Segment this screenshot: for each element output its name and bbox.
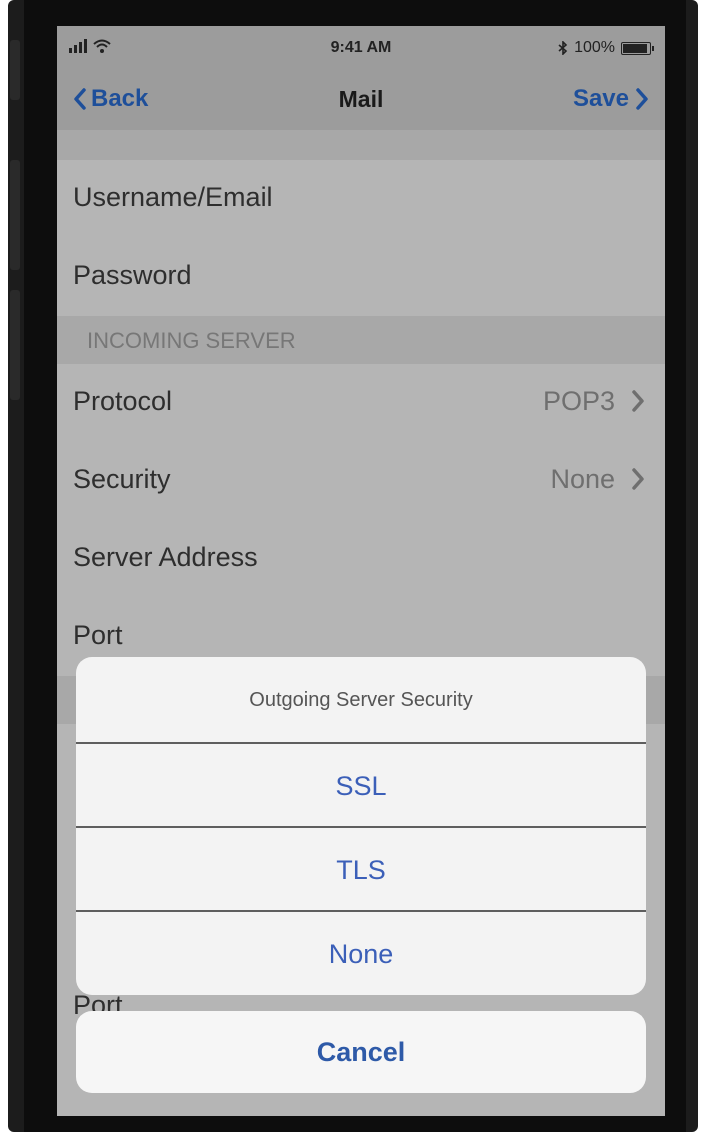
battery-percent: 100% bbox=[574, 39, 615, 56]
incoming-server-header: INCOMING SERVER bbox=[57, 316, 665, 364]
chevron-right-icon bbox=[632, 390, 644, 412]
action-sheet: Outgoing Server Security SSL TLS None bbox=[76, 657, 646, 995]
security-value: None bbox=[550, 464, 615, 494]
save-label: Save bbox=[572, 85, 629, 112]
volume-up-button bbox=[10, 160, 20, 270]
status-bar: 9:41 AM 100% bbox=[57, 26, 665, 70]
chevron-right-icon bbox=[636, 88, 648, 110]
screen: 9:41 AM 100% Back Mail Save Username/Ema… bbox=[57, 26, 665, 1116]
password-label: Password bbox=[73, 260, 192, 290]
incoming-server-header-label: INCOMING SERVER bbox=[87, 328, 296, 353]
bluetooth-icon bbox=[558, 41, 568, 55]
navigation-bar: Back Mail Save bbox=[57, 70, 665, 131]
option-ssl[interactable]: SSL bbox=[76, 744, 646, 828]
chevron-right-icon bbox=[632, 468, 644, 490]
server-address-field[interactable]: Server Address bbox=[57, 520, 665, 599]
security-row[interactable]: Security None bbox=[57, 442, 665, 521]
security-label: Security bbox=[73, 464, 171, 494]
username-email-field[interactable]: Username/Email bbox=[57, 160, 665, 239]
username-email-label: Username/Email bbox=[73, 182, 273, 212]
password-field[interactable]: Password bbox=[57, 238, 665, 317]
protocol-value: POP3 bbox=[542, 386, 615, 416]
volume-down-button bbox=[10, 290, 20, 400]
cancel-button[interactable]: Cancel bbox=[76, 1011, 646, 1093]
option-tls[interactable]: TLS bbox=[76, 828, 646, 912]
port-label: Port bbox=[73, 620, 123, 650]
option-none[interactable]: None bbox=[76, 912, 646, 995]
protocol-row[interactable]: Protocol POP3 bbox=[57, 364, 665, 443]
section-spacer bbox=[57, 130, 665, 160]
protocol-label: Protocol bbox=[73, 386, 173, 416]
action-sheet-title: Outgoing Server Security bbox=[76, 657, 646, 744]
server-address-label: Server Address bbox=[73, 542, 258, 572]
save-button[interactable]: Save bbox=[573, 85, 649, 113]
status-right: 100% bbox=[558, 39, 654, 57]
mute-switch bbox=[10, 40, 20, 100]
battery-icon bbox=[621, 41, 654, 55]
